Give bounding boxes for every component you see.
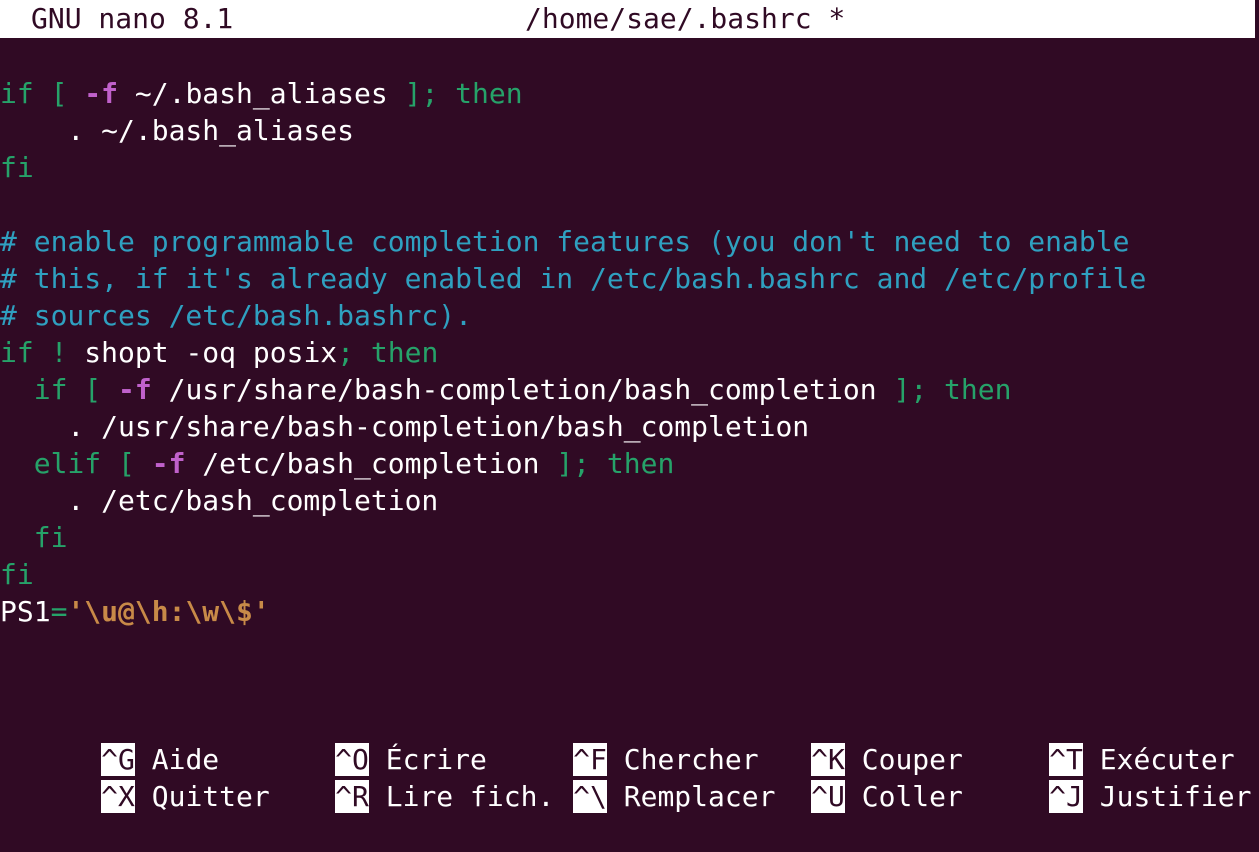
code-token: elif [ — [0, 447, 135, 480]
shortcut-bar: ^G Aide ^O Écrire ^F Chercher ^K Couper … — [0, 704, 1259, 813]
code-token: fi — [0, 558, 34, 591]
code-token: # enable programmable completion feature… — [0, 225, 1130, 258]
code-token: -f — [118, 373, 152, 406]
shortcut-execute[interactable]: ^T Exécuter — [948, 704, 1235, 776]
code-line: fi — [0, 149, 1259, 186]
code-line: if ! shopt -oq posix; then — [0, 334, 1259, 371]
code-token: ; then — [337, 336, 439, 369]
code-token: '\u@\h:\w\$' — [67, 595, 270, 628]
code-line: elif [ -f /etc/bash_completion ]; then — [0, 445, 1259, 482]
shortcut-key: ^X — [101, 780, 135, 813]
shortcut-row-2: ^X Quitter ^R Lire fich. ^\ Remplacer ^U… — [0, 741, 1259, 813]
code-line: fi — [0, 519, 1259, 556]
code-token: . ~/.bash_aliases — [0, 114, 355, 147]
code-token: ]; then — [556, 447, 675, 480]
shortcut-key: ^U — [811, 780, 845, 813]
shortcut-key: ^\ — [573, 780, 607, 813]
code-line: if [ -f /usr/share/bash-completion/bash_… — [0, 371, 1259, 408]
code-token: fi — [0, 521, 68, 554]
shortcut-key: ^R — [335, 780, 369, 813]
code-line: . /etc/bash_completion — [0, 482, 1259, 519]
code-line: # sources /etc/bash.bashrc). — [0, 297, 1259, 334]
code-token: # this, if it's already enabled in /etc/… — [0, 262, 1147, 295]
code-token: -f — [151, 447, 186, 480]
code-token: fi — [0, 151, 34, 184]
code-token: ~/.bash_aliases — [118, 77, 405, 110]
code-token: shopt -oq posix — [67, 336, 338, 369]
code-token: if [ — [0, 373, 102, 406]
shortcut-paste[interactable]: ^U Coller — [710, 741, 963, 813]
shortcut-row-1: ^G Aide ^O Écrire ^F Chercher ^K Couper … — [0, 704, 1259, 776]
code-token: PS1 — [0, 595, 51, 628]
title-bar: GNU nano 8.1 /home/sae/.bashrc * — [0, 0, 1255, 38]
code-line: fi — [0, 556, 1259, 593]
editor-area[interactable]: if [ -f ~/.bash_aliases ]; then . ~/.bas… — [0, 75, 1259, 630]
code-token: if [ — [0, 77, 68, 110]
code-token: /usr/share/bash-completion/bash_completi… — [151, 373, 894, 406]
code-token: = — [50, 595, 68, 628]
code-token: /etc/bash_completion — [185, 447, 557, 480]
shortcut-help[interactable]: ^G Aide — [0, 704, 219, 776]
shortcut-quit[interactable]: ^X Quitter — [0, 741, 270, 813]
shortcut-key: ^J — [1049, 780, 1083, 813]
app-name: GNU nano 8.1 — [31, 2, 234, 35]
code-token: ]; then — [893, 373, 1012, 406]
shortcut-label: Justifier — [1099, 780, 1252, 813]
code-line: PS1='\u@\h:\w\$' — [0, 593, 1259, 630]
code-line: . ~/.bash_aliases — [0, 112, 1259, 149]
shortcut-justify[interactable]: ^J Justifier — [948, 741, 1251, 813]
code-line: . /usr/share/bash-completion/bash_comple… — [0, 408, 1259, 445]
file-path: /home/sae/.bashrc * — [525, 2, 846, 35]
code-token: . /etc/bash_completion — [0, 484, 439, 517]
code-token: -f — [84, 77, 119, 110]
code-line: # enable programmable completion feature… — [0, 223, 1259, 260]
code-line: # this, if it's already enabled in /etc/… — [0, 260, 1259, 297]
shortcut-write[interactable]: ^O Écrire — [234, 704, 487, 776]
code-token: . /usr/share/bash-completion/bash_comple… — [0, 410, 810, 443]
code-token: ]; then — [404, 77, 523, 110]
shortcut-cut[interactable]: ^K Couper — [710, 704, 963, 776]
code-token: if ! — [0, 336, 68, 369]
code-token: # sources /etc/bash.bashrc). — [0, 299, 473, 332]
code-line: if [ -f ~/.bash_aliases ]; then — [0, 75, 1259, 112]
